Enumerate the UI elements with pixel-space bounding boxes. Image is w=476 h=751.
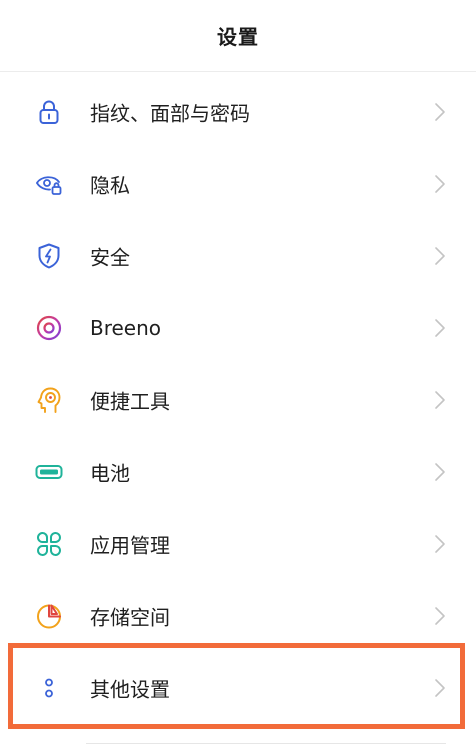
app-grid-icon <box>34 529 64 559</box>
settings-item-label: 应用管理 <box>90 533 170 558</box>
chevron-right-icon <box>434 606 446 626</box>
more-dots-icon <box>34 673 64 703</box>
eye-lock-icon <box>34 169 64 199</box>
breeno-ring-icon <box>34 313 64 343</box>
settings-item-privacy[interactable]: 隐私 <box>0 148 476 220</box>
page-title: 设置 <box>217 25 259 49</box>
storage-pie-icon <box>34 601 64 631</box>
settings-item-label: 其他设置 <box>90 677 170 702</box>
top-bar: 设置 <box>0 0 476 72</box>
chevron-right-icon <box>434 318 446 338</box>
settings-item-breeno[interactable]: Breeno <box>0 292 476 364</box>
settings-item-fingerprint-face-password[interactable]: 指纹、面部与密码 <box>0 76 476 148</box>
settings-item-label: 隐私 <box>90 173 130 198</box>
settings-item-label: 电池 <box>90 461 130 486</box>
settings-item-storage[interactable]: 存储空间 <box>0 580 476 652</box>
settings-item-label: 安全 <box>90 245 130 270</box>
settings-item-label: 便捷工具 <box>90 389 170 414</box>
chevron-right-icon <box>434 534 446 554</box>
chevron-right-icon <box>434 678 446 698</box>
battery-icon <box>34 457 64 487</box>
settings-item-battery[interactable]: 电池 <box>0 436 476 508</box>
settings-item-app-management[interactable]: 应用管理 <box>0 508 476 580</box>
settings-list: 指纹、面部与密码 隐私 安全 Breeno 便捷工具 电池 应用管理 存储空间 … <box>0 76 476 724</box>
lock-icon <box>34 97 64 127</box>
chevron-right-icon <box>434 462 446 482</box>
settings-item-security[interactable]: 安全 <box>0 220 476 292</box>
settings-item-label: Breeno <box>90 316 162 340</box>
shield-bolt-icon <box>34 241 64 271</box>
chevron-right-icon <box>434 246 446 266</box>
head-target-icon <box>34 385 64 415</box>
chevron-right-icon <box>434 174 446 194</box>
chevron-right-icon <box>434 390 446 410</box>
chevron-right-icon <box>434 102 446 122</box>
settings-item-label: 指纹、面部与密码 <box>90 101 250 126</box>
settings-item-convenience-tools[interactable]: 便捷工具 <box>0 364 476 436</box>
settings-item-label: 存储空间 <box>90 605 170 630</box>
divider <box>86 743 446 744</box>
settings-item-other-settings[interactable]: 其他设置 <box>0 652 476 724</box>
